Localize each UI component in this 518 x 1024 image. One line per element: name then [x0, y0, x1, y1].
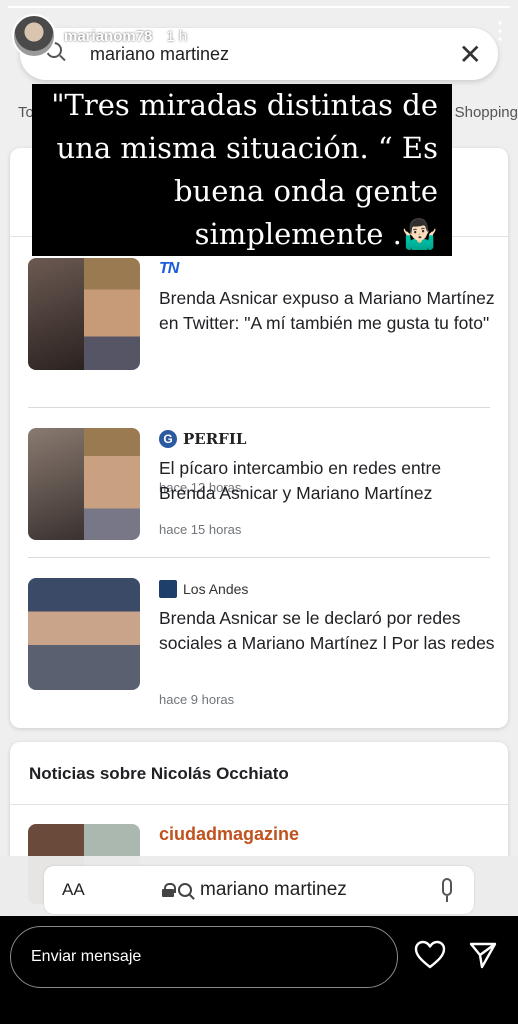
perfil-logo-icon: G [159, 430, 177, 448]
avatar[interactable] [12, 14, 56, 58]
mic-icon[interactable] [442, 878, 452, 902]
related-news-heading: Noticias sobre Nicolás Occhiato [29, 764, 289, 783]
send-icon[interactable] [468, 940, 498, 970]
browser-toolbar: AA mariano martinez [0, 856, 518, 916]
perfil-logo-text: PERFIL [183, 430, 247, 448]
news-thumbnail [28, 428, 140, 540]
address-bar[interactable]: AA mariano martinez [44, 866, 474, 914]
news-thumbnail [28, 258, 140, 370]
news-title[interactable]: Brenda Asnicar expuso a Mariano Martínez… [159, 286, 495, 336]
card-divider [10, 804, 508, 805]
news-source: Los Andes [159, 580, 248, 598]
news-separator [28, 407, 490, 408]
tn-logo: TN [159, 260, 179, 277]
story-progress-fill [8, 6, 510, 8]
story-text-overlay: "Tres miradas distintas de una misma sit… [32, 84, 452, 256]
news-source: TN [159, 260, 179, 278]
news-thumbnail [28, 578, 140, 690]
text-size-button[interactable]: AA [62, 880, 85, 900]
lock-icon [162, 883, 176, 897]
story-screen[interactable]: To Shopping mariano martinez ✕ marianom7… [0, 0, 518, 916]
address-content: mariano martinez [162, 879, 347, 901]
address-text: mariano martinez [200, 879, 347, 900]
heart-icon[interactable] [414, 940, 446, 970]
news-title[interactable]: Brenda Asnicar se le declaró por redes s… [159, 606, 495, 656]
news-separator [28, 557, 490, 558]
losandes-logo-text: Los Andes [183, 581, 249, 597]
news-title[interactable]: El pícaro intercambio en redes entre Bre… [159, 456, 495, 506]
news-source: ciudadmagazine [159, 824, 300, 844]
story-time: 1 h [166, 27, 188, 45]
close-icon: ✕ [458, 39, 482, 70]
story-progress-bar [8, 6, 510, 8]
tab-shopping: Shopping [454, 104, 518, 121]
story-header: marianom78 1 h [12, 14, 187, 58]
more-icon[interactable]: · · · [497, 14, 504, 50]
news-time: hace 15 horas [159, 522, 242, 537]
news-time: hace 9 horas [159, 692, 235, 707]
losandes-logo-icon [159, 580, 177, 598]
message-placeholder: Enviar mensaje [31, 948, 142, 965]
send-message-input[interactable]: Enviar mensaje [10, 926, 398, 988]
news-source: G PERFIL [159, 430, 246, 448]
story-username[interactable]: marianom78 [64, 28, 152, 45]
search-icon [178, 883, 192, 897]
